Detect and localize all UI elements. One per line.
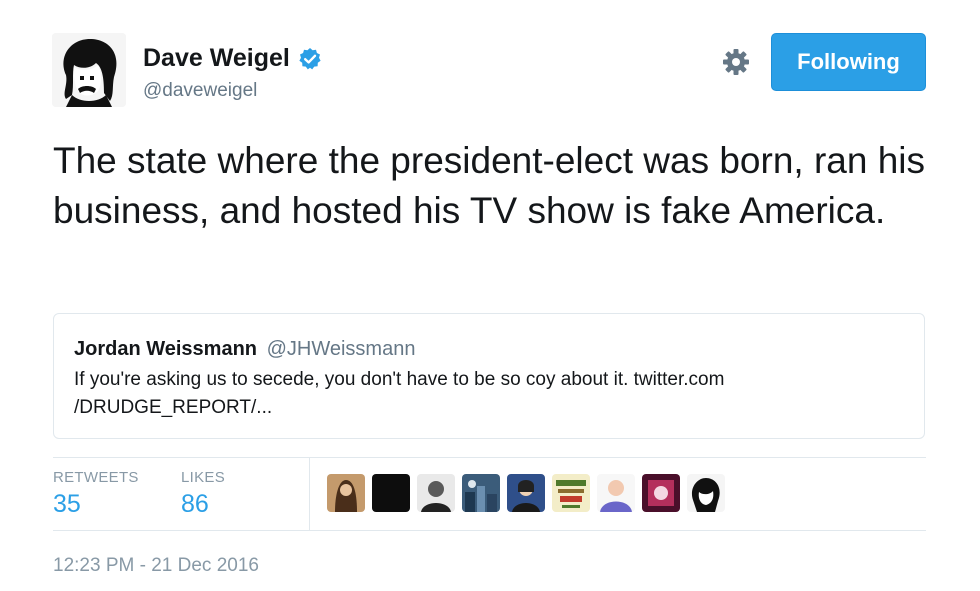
likes-stat[interactable]: LIKES 86	[181, 469, 225, 519]
author-handle[interactable]: @daveweigel	[143, 80, 257, 102]
quoted-author-name: Jordan Weissmann	[74, 338, 258, 360]
gear-icon[interactable]	[720, 46, 752, 78]
liker-avatar[interactable]	[597, 474, 635, 512]
likes-label: LIKES	[181, 469, 226, 486]
following-button[interactable]: Following	[771, 33, 926, 91]
author-avatar[interactable]	[52, 33, 126, 107]
liker-avatar[interactable]	[552, 474, 590, 512]
liker-avatars	[327, 474, 725, 512]
quoted-author-handle: @JHWeissmann	[266, 338, 416, 360]
liker-avatar[interactable]	[462, 474, 500, 512]
quoted-tweet-header: Jordan Weissmann @JHWeissmann	[74, 336, 904, 362]
retweets-stat[interactable]: RETWEETS 35	[53, 469, 139, 519]
liker-avatar[interactable]	[372, 474, 410, 512]
liker-avatar[interactable]	[507, 474, 545, 512]
liker-avatar[interactable]	[687, 474, 725, 512]
retweets-count: 35	[53, 490, 81, 518]
verified-badge-icon	[298, 47, 322, 71]
retweets-label: RETWEETS	[53, 469, 139, 486]
divider-top	[53, 457, 926, 458]
liker-avatar[interactable]	[327, 474, 365, 512]
liker-avatar[interactable]	[642, 474, 680, 512]
tweet-timestamp[interactable]: 12:23 PM - 21 Dec 2016	[53, 555, 259, 577]
divider-bottom	[53, 530, 926, 531]
quoted-tweet-card[interactable]: Jordan Weissmann @JHWeissmann If you're …	[53, 313, 925, 439]
liker-avatar[interactable]	[417, 474, 455, 512]
likes-count: 86	[181, 490, 209, 518]
author-name-row[interactable]: Dave Weigel	[143, 44, 322, 73]
author-name[interactable]: Dave Weigel	[143, 44, 290, 73]
quoted-tweet-text: If you're asking us to secede, you don't…	[74, 369, 725, 418]
stats-divider	[309, 457, 310, 531]
tweet-text: The state where the president-elect was …	[53, 140, 926, 231]
